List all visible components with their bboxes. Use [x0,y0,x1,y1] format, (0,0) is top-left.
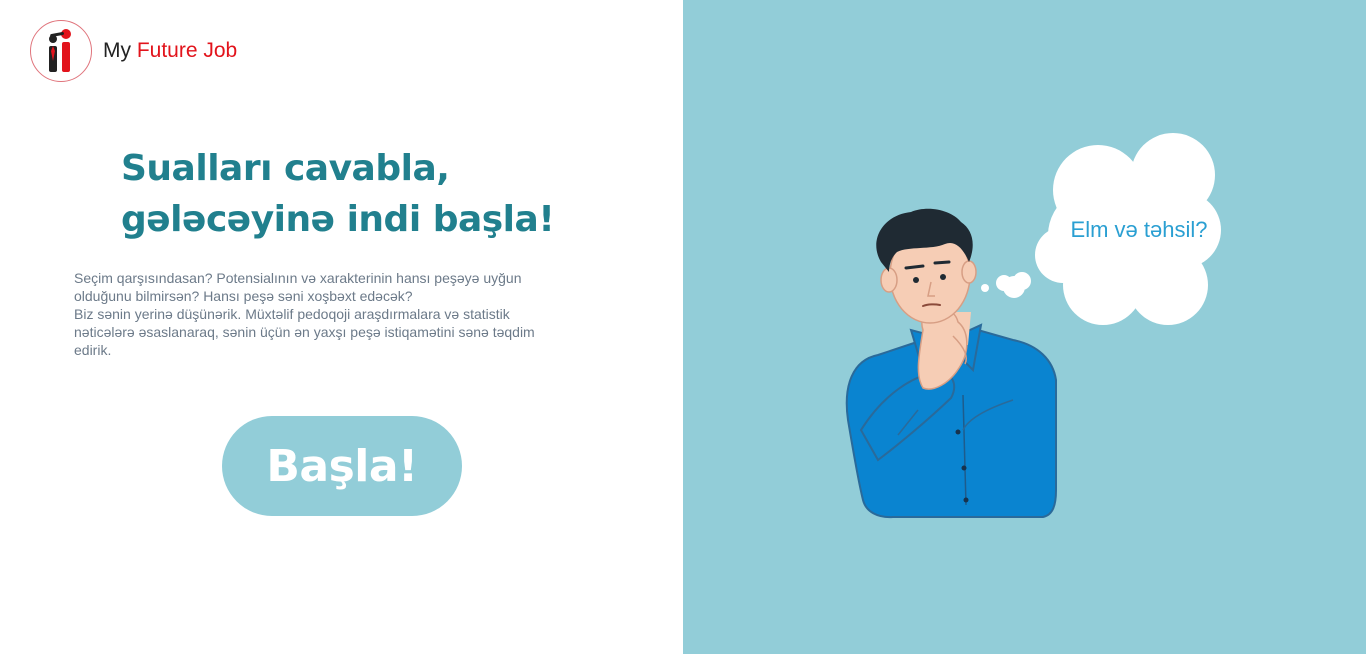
brand-name: My Future Job [103,39,237,63]
logo-icon [30,20,92,82]
hero-description-line: Seçim qarşısındasan? Potensialının və xa… [74,270,522,286]
hero-description-line: nəticələrə əsaslanaraq, sənin üçün ən ya… [74,324,535,340]
brand-name-accent: Future Job [136,39,238,62]
hero-description: Seçim qarşısındasan? Potensialının və xa… [74,269,599,359]
hero-title-line: Sualları cavabla, [121,148,450,189]
hero-title-line: gələcəyinə indi başla! [121,199,555,240]
hero-description-line: edirik. [74,342,112,358]
brand-logo-link[interactable]: My Future Job [30,20,237,82]
thought-bubble-text: Elm və təhsil? [1070,217,1208,242]
left-panel: My Future Job Sualları cavabla, gələcəyi… [0,0,683,654]
brand-name-prefix: My [103,39,137,62]
thinking-person-illustration [845,133,1221,519]
right-panel: Elm və təhsil? [683,0,1366,654]
hero-title: Sualları cavabla, gələcəyinə indi başla! [121,143,555,245]
hero-description-line: Biz sənin yerinə düşünərik. Müxtəlif ped… [74,306,510,322]
hero-description-line: olduğunu bilmirsən? Hansı peşə səni xoşb… [74,288,413,304]
start-button[interactable]: Başla! [222,416,462,516]
